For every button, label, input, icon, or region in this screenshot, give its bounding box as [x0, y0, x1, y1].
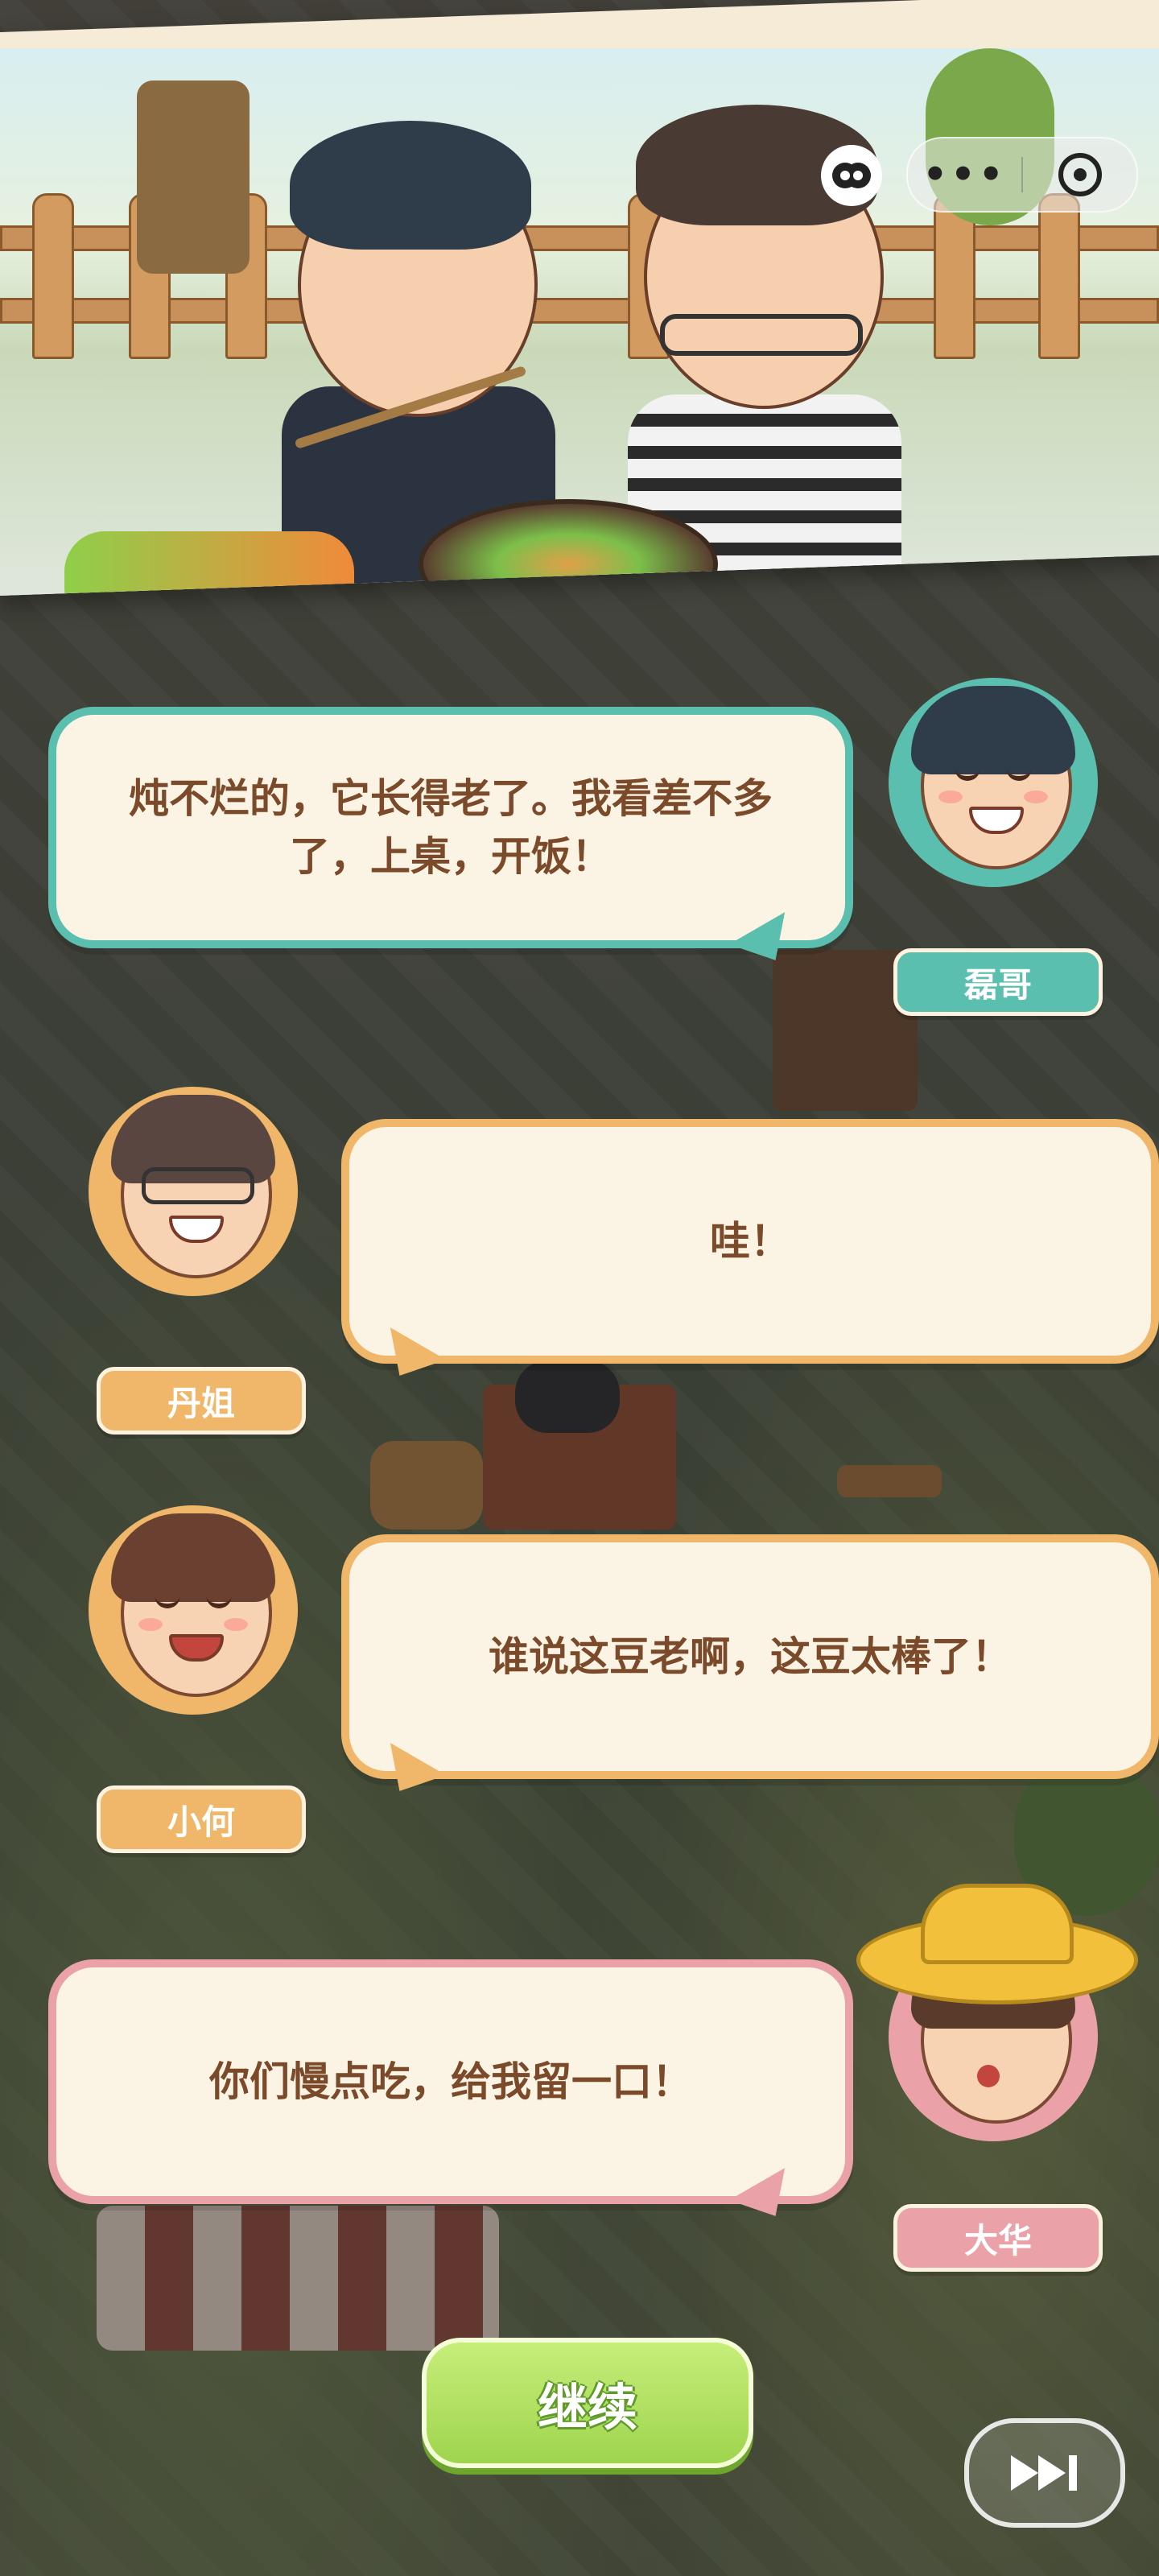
continue-button[interactable]: 继续	[422, 2338, 753, 2468]
speaker-name-leige: 磊哥	[893, 948, 1103, 1016]
close-button[interactable]	[1023, 138, 1136, 211]
dialogue-bubble-xiaohe[interactable]: 谁说这豆老啊，这豆太棒了！	[341, 1534, 1159, 1779]
dialogue-bubble-leige[interactable]: 炖不烂的，它长得老了。我看差不多了，上桌，开饭！	[48, 707, 853, 948]
dialogue-text: 炖不烂的，它长得老了。我看差不多了，上桌，开饭！	[129, 774, 773, 881]
miniprogram-capsule: •••	[906, 137, 1138, 213]
wechat-game-icon[interactable]	[821, 145, 882, 206]
avatar-dahua	[856, 1884, 1138, 2141]
avatar-leige	[889, 678, 1098, 887]
tree	[137, 80, 250, 274]
dialogue-text: 哇！	[710, 1217, 790, 1265]
speaker-name-dahua: 大华	[893, 2204, 1103, 2272]
avatar-danjie	[89, 1087, 298, 1296]
character-leige-eating	[266, 89, 571, 596]
dialogue-bubble-dahua[interactable]: 你们慢点吃，给我留一口！	[48, 1959, 853, 2204]
cutscene-banner	[0, 0, 1159, 596]
speaker-name-xiaohe: 小何	[97, 1785, 306, 1853]
dialogue-text: 你们慢点吃，给我留一口！	[209, 2058, 692, 2105]
fast-forward-icon	[1011, 2455, 1077, 2491]
skip-button[interactable]	[964, 2418, 1125, 2528]
avatar-xiaohe	[89, 1505, 298, 1715]
more-button[interactable]: •••	[908, 138, 1021, 211]
more-icon: •••	[922, 152, 1007, 197]
banner-illustration	[0, 48, 1159, 596]
character-danjie-eating	[612, 72, 918, 588]
dialogue-bubble-danjie[interactable]: 哇！	[341, 1119, 1159, 1364]
dialogue-text: 谁说这豆老啊，这豆太棒了！	[489, 1633, 1012, 1680]
close-icon	[1058, 153, 1102, 196]
speaker-name-danjie: 丹姐	[97, 1367, 306, 1435]
